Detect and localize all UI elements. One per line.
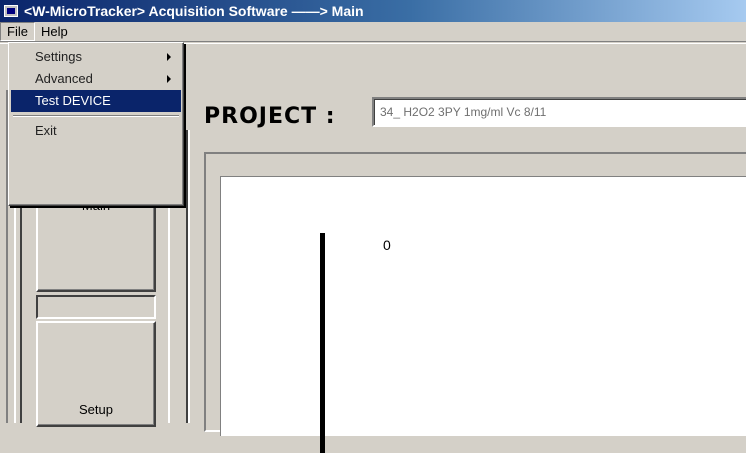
- file-menu-dropdown: Settings Advanced Test DEVICE Exit: [8, 42, 184, 206]
- window-titlebar[interactable]: <W-MicroTracker> Acquisition Software ——…: [0, 0, 746, 22]
- submenu-arrow-icon: [167, 75, 171, 83]
- menu-item-settings[interactable]: Settings: [11, 46, 181, 68]
- menu-item-advanced-label: Advanced: [35, 71, 93, 86]
- menu-item-test-device[interactable]: Test DEVICE: [11, 90, 181, 112]
- plot-area: 0: [220, 176, 746, 453]
- setup-nav-label: Setup: [79, 402, 113, 417]
- plot-value-label: 0: [383, 237, 391, 253]
- menu-help[interactable]: Help: [35, 23, 74, 40]
- setup-nav-button[interactable]: Setup: [36, 321, 156, 427]
- nav-divider: [36, 295, 156, 319]
- project-label: PROJECT :: [204, 104, 336, 129]
- window-title: <W-MicroTracker> Acquisition Software ——…: [24, 3, 364, 19]
- plot-axis-bar: [320, 233, 325, 453]
- project-name-field[interactable]: 34_ H2O2 3PY 1mg/ml Vc 8/11: [372, 97, 746, 127]
- menubar: File Help: [0, 22, 746, 42]
- menu-separator: [11, 112, 181, 120]
- menu-file[interactable]: File: [0, 22, 35, 41]
- menu-item-exit-label: Exit: [35, 123, 57, 138]
- menu-item-settings-label: Settings: [35, 49, 82, 64]
- submenu-arrow-icon: [167, 53, 171, 61]
- content-frame: 0: [204, 152, 746, 453]
- menu-item-test-device-label: Test DEVICE: [35, 93, 111, 108]
- menu-item-advanced[interactable]: Advanced: [11, 68, 181, 90]
- panel-divider: [186, 130, 190, 423]
- menu-item-exit[interactable]: Exit: [11, 120, 181, 142]
- app-window-icon[interactable]: [4, 5, 18, 17]
